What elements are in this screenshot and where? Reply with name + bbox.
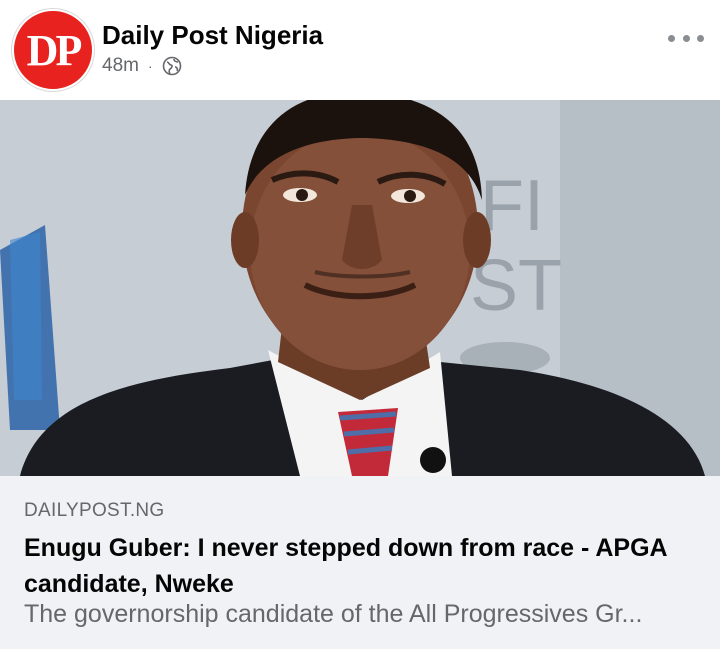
more-options-icon[interactable] — [668, 28, 704, 48]
page-avatar[interactable]: DP — [12, 9, 94, 91]
globe-icon[interactable] — [162, 56, 182, 76]
meta-separator: · — [147, 58, 153, 74]
page-name[interactable]: Daily Post Nigeria — [102, 20, 323, 51]
post-image[interactable]: FI ST — [0, 100, 720, 476]
link-headline[interactable]: Enugu Guber: I never stepped down from r… — [24, 530, 704, 602]
post-header: DP Daily Post Nigeria 48m · — [0, 0, 720, 100]
link-description: The governorship candidate of the All Pr… — [24, 600, 643, 628]
link-domain: DAILYPOST.NG — [24, 500, 165, 521]
post-meta: 48m · — [102, 54, 182, 78]
avatar-logo-text: DP — [26, 25, 83, 75]
man-portrait-image: FI ST — [0, 100, 720, 476]
post-time[interactable]: 48m — [102, 55, 139, 77]
